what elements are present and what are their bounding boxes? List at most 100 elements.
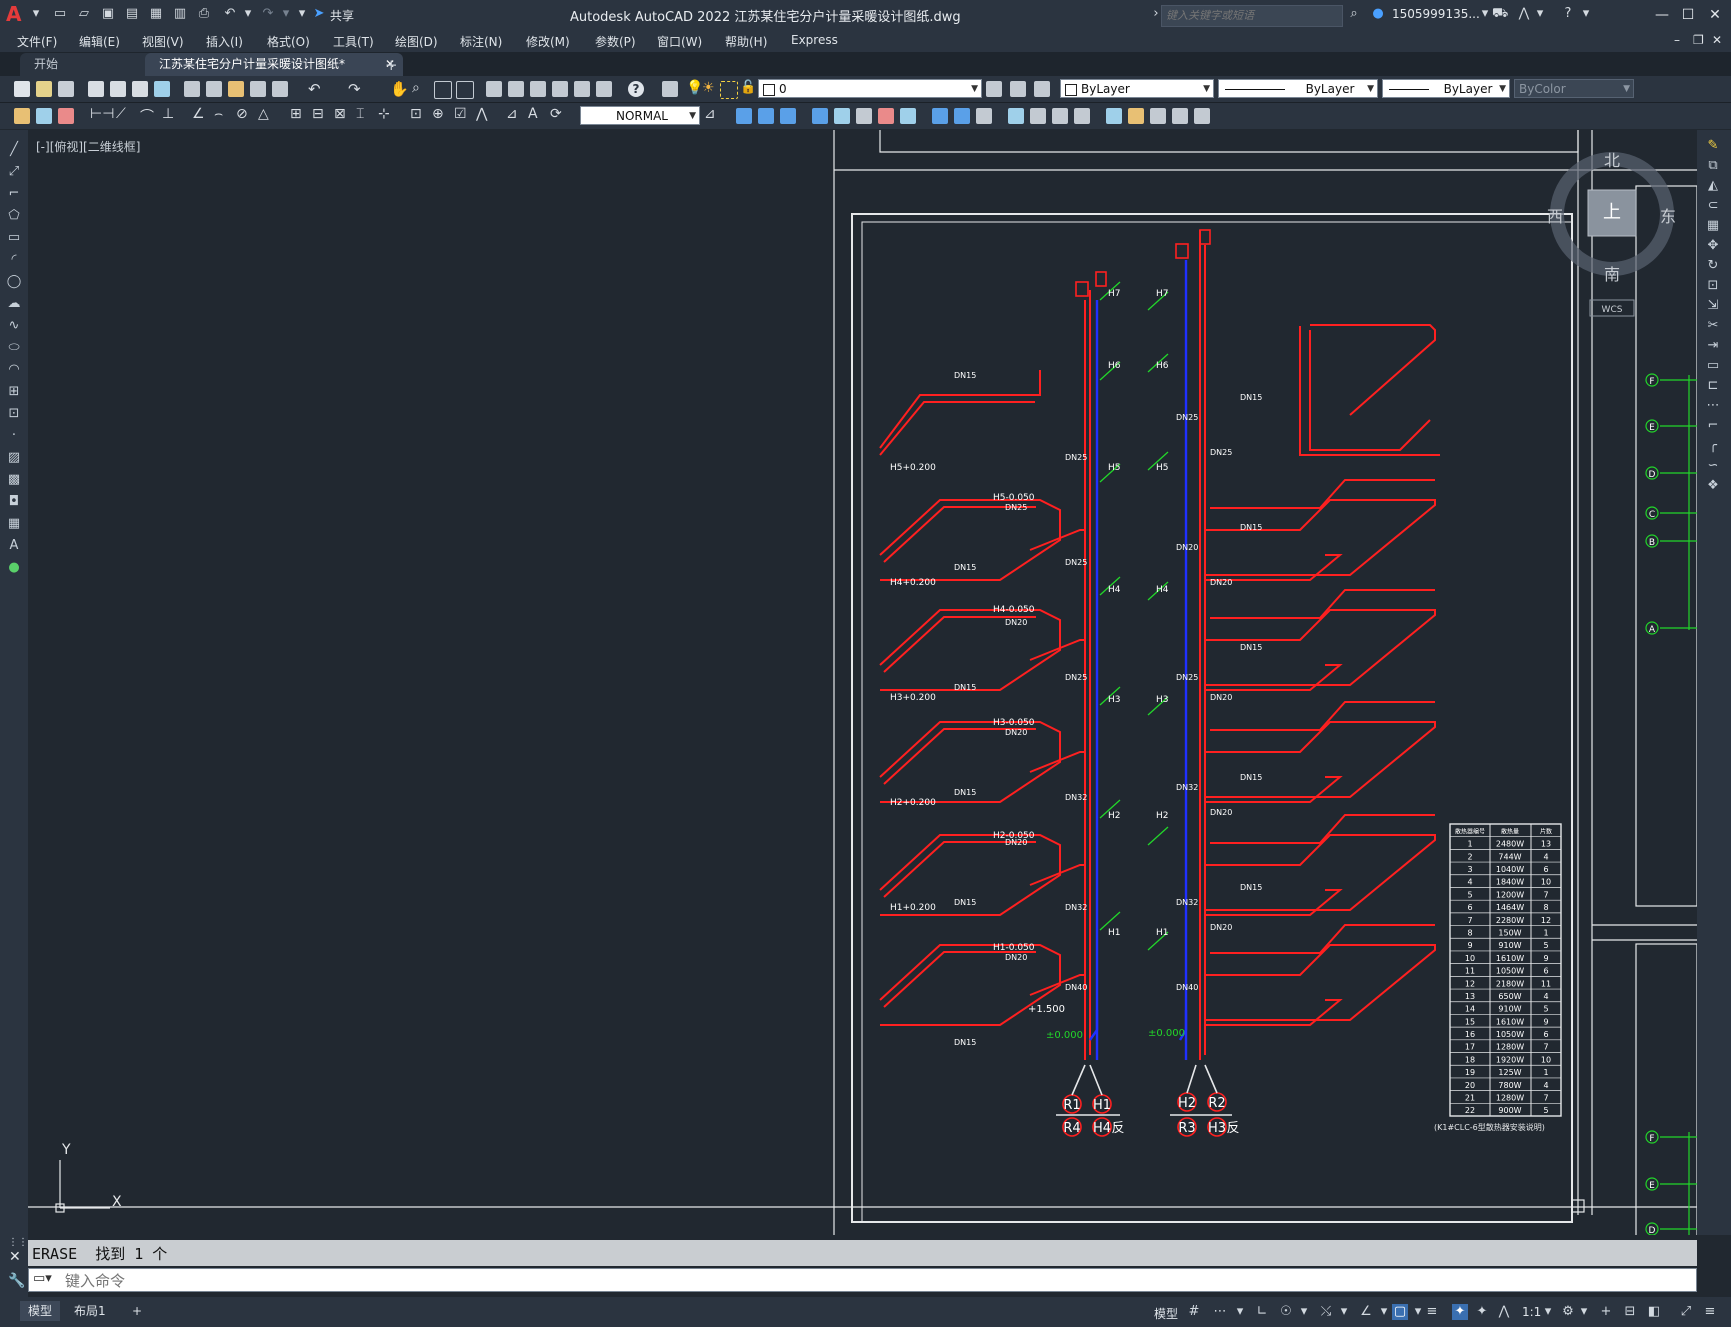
save-tb-icon[interactable] xyxy=(58,81,74,97)
material-icon[interactable] xyxy=(1052,108,1068,124)
plot-tb-icon[interactable] xyxy=(88,81,104,97)
dim-space-icon[interactable]: ⌶ xyxy=(356,106,364,122)
dim-break-icon[interactable]: ⊹ xyxy=(378,106,390,122)
isodraft-icon[interactable]: ⤯ xyxy=(1318,1304,1334,1320)
menu-express[interactable]: Express xyxy=(791,33,838,47)
preview-icon[interactable] xyxy=(110,81,126,97)
ungroup-icon[interactable] xyxy=(758,108,774,124)
layer-on-icon[interactable]: 💡 xyxy=(686,80,703,96)
user-dropdown-icon[interactable]: ▾ xyxy=(1477,6,1493,22)
open-web-icon[interactable]: ▦ xyxy=(148,6,164,22)
redo-icon[interactable]: ↷ xyxy=(260,6,276,22)
layer-previous-icon[interactable] xyxy=(1010,81,1026,97)
solid-edit-icon[interactable] xyxy=(1194,108,1210,124)
rotate-icon[interactable]: ↻ xyxy=(1705,258,1721,274)
move-icon[interactable]: ✥ xyxy=(1705,238,1721,254)
fullscreen-icon[interactable]: ⤢ xyxy=(1678,1304,1694,1320)
cut-icon[interactable] xyxy=(184,81,200,97)
array-right-icon[interactable]: ▦ xyxy=(1705,218,1721,234)
trim-icon[interactable]: ✂ xyxy=(1705,318,1721,334)
construction-line-icon[interactable]: ⤢ xyxy=(6,164,22,180)
3dprint-icon[interactable] xyxy=(154,81,170,97)
qnew-icon[interactable] xyxy=(14,81,30,97)
undo-dropdown-icon[interactable]: ▾ xyxy=(240,6,256,22)
layer-select[interactable]: 0 ▼ xyxy=(758,79,982,98)
share-button[interactable]: 共享 xyxy=(330,7,354,24)
ellipse-arc-icon[interactable]: ◠ xyxy=(6,362,22,378)
quick-dim-icon[interactable]: ⊞ xyxy=(290,106,302,122)
dim-diameter-icon[interactable]: ⊘ xyxy=(236,106,248,122)
dim-ordinate-icon[interactable]: ⊥ xyxy=(162,106,174,122)
publish-icon[interactable] xyxy=(132,81,148,97)
dim-angular-icon[interactable]: △ xyxy=(258,106,269,122)
menu-dimension[interactable]: 标注(N) xyxy=(460,33,502,50)
model-space-button[interactable]: 模型 xyxy=(1154,1305,1178,1322)
grip-icon[interactable]: ⋮⋮ xyxy=(8,1237,28,1248)
dim-linear-icon[interactable]: ⊢⊣ xyxy=(90,106,114,122)
3d-view-icon[interactable] xyxy=(932,108,948,124)
camera-icon[interactable] xyxy=(1074,108,1090,124)
dimstyle-manager-icon[interactable]: ⊿ xyxy=(704,106,716,122)
fillet-icon[interactable]: ╭ xyxy=(1705,438,1721,454)
viewcube-top[interactable]: 上 xyxy=(1603,202,1621,223)
inspect-icon[interactable]: ☑ xyxy=(454,106,467,122)
autodesk-app-icon[interactable]: ⋀ xyxy=(1516,6,1532,22)
tab-model[interactable]: 模型 xyxy=(20,1301,61,1321)
layer-thaw-icon[interactable]: ☀ xyxy=(702,80,715,96)
tab-drawing[interactable]: 江苏某住宅分户计量采暖设计图纸* ✕ xyxy=(145,53,403,76)
matchprop-icon[interactable] xyxy=(250,81,266,97)
doc-restore-icon[interactable]: ❐ xyxy=(1693,33,1704,47)
dim-arc-icon[interactable]: ⌒ xyxy=(140,106,154,126)
array-icon[interactable] xyxy=(856,108,872,124)
zoom-previous-icon[interactable] xyxy=(456,81,474,99)
isolate-objects-icon[interactable]: ◧ xyxy=(1646,1304,1662,1320)
blockeditor-icon[interactable] xyxy=(272,81,288,97)
close-window-icon[interactable]: ✕ xyxy=(1703,4,1727,26)
workspace-dropdown-icon[interactable]: ▾ xyxy=(1576,1304,1592,1320)
move-copy-icon[interactable] xyxy=(812,108,828,124)
open-icon[interactable] xyxy=(36,81,52,97)
polar-dropdown-icon[interactable]: ▾ xyxy=(1296,1304,1312,1320)
visual-style-icon[interactable] xyxy=(976,108,992,124)
light-icon[interactable] xyxy=(1030,108,1046,124)
extend-icon[interactable]: ⇥ xyxy=(1705,338,1721,354)
pan-icon[interactable]: ✋ xyxy=(390,80,409,98)
ellipse-icon[interactable]: ⬭ xyxy=(6,340,22,356)
open-folder-icon[interactable]: ▱ xyxy=(76,6,92,22)
menu-file[interactable]: 文件(F) xyxy=(17,33,57,50)
flatshot-icon[interactable] xyxy=(1172,108,1188,124)
undo-icon[interactable]: ↶ xyxy=(222,6,238,22)
autocad-logo-icon[interactable]: A xyxy=(6,3,28,25)
explode-right-icon[interactable]: ❖ xyxy=(1705,478,1721,494)
menu-parametric[interactable]: 参数(P) xyxy=(595,33,636,50)
osnap-tracking-icon[interactable]: ∠ xyxy=(1358,1304,1374,1320)
plotstyle-select[interactable]: ByColor ▼ xyxy=(1514,79,1634,98)
dim-continue-icon[interactable]: ⊠ xyxy=(334,106,346,122)
tolerance-icon[interactable]: ⊡ xyxy=(410,106,422,122)
save-as-icon[interactable]: ▤ xyxy=(124,6,140,22)
align-icon[interactable] xyxy=(834,108,850,124)
units-icon[interactable]: ⊟ xyxy=(1622,1304,1638,1320)
paste-icon[interactable] xyxy=(228,81,244,97)
viewcube-wcs[interactable]: WCS xyxy=(1602,305,1623,315)
osnap-tracking-dropdown-icon[interactable]: ▾ xyxy=(1376,1304,1392,1320)
user-sign-in[interactable]: 1505999135... xyxy=(1392,7,1480,21)
line-icon[interactable]: ╱ xyxy=(6,142,22,158)
dim-radius-icon[interactable]: ∠ xyxy=(192,106,205,122)
annotation-visibility-icon[interactable]: ✦ xyxy=(1452,1304,1468,1320)
plot-icon[interactable]: ⎙ xyxy=(196,6,212,22)
help-tb-icon[interactable]: ? xyxy=(628,81,644,97)
center-mark-icon[interactable]: ⊕ xyxy=(432,106,444,122)
polyline-icon[interactable]: ⌐ xyxy=(6,186,22,202)
lineweight-select[interactable]: ByLayer ▼ xyxy=(1382,79,1510,98)
rectangle-icon[interactable]: ▭ xyxy=(6,230,22,246)
polar-icon[interactable]: ☉ xyxy=(1278,1304,1294,1320)
annotation-monitor-icon[interactable]: + xyxy=(1598,1304,1614,1320)
viewcube-east[interactable]: 东 xyxy=(1660,207,1676,226)
menu-modify[interactable]: 修改(M) xyxy=(526,33,570,50)
blend-icon[interactable]: ∽ xyxy=(1705,458,1721,474)
save-web-icon[interactable]: ▥ xyxy=(172,6,188,22)
copy-object-icon[interactable]: ⧉ xyxy=(1705,158,1721,174)
search-input[interactable] xyxy=(1162,6,1340,24)
explode-icon[interactable] xyxy=(900,108,916,124)
